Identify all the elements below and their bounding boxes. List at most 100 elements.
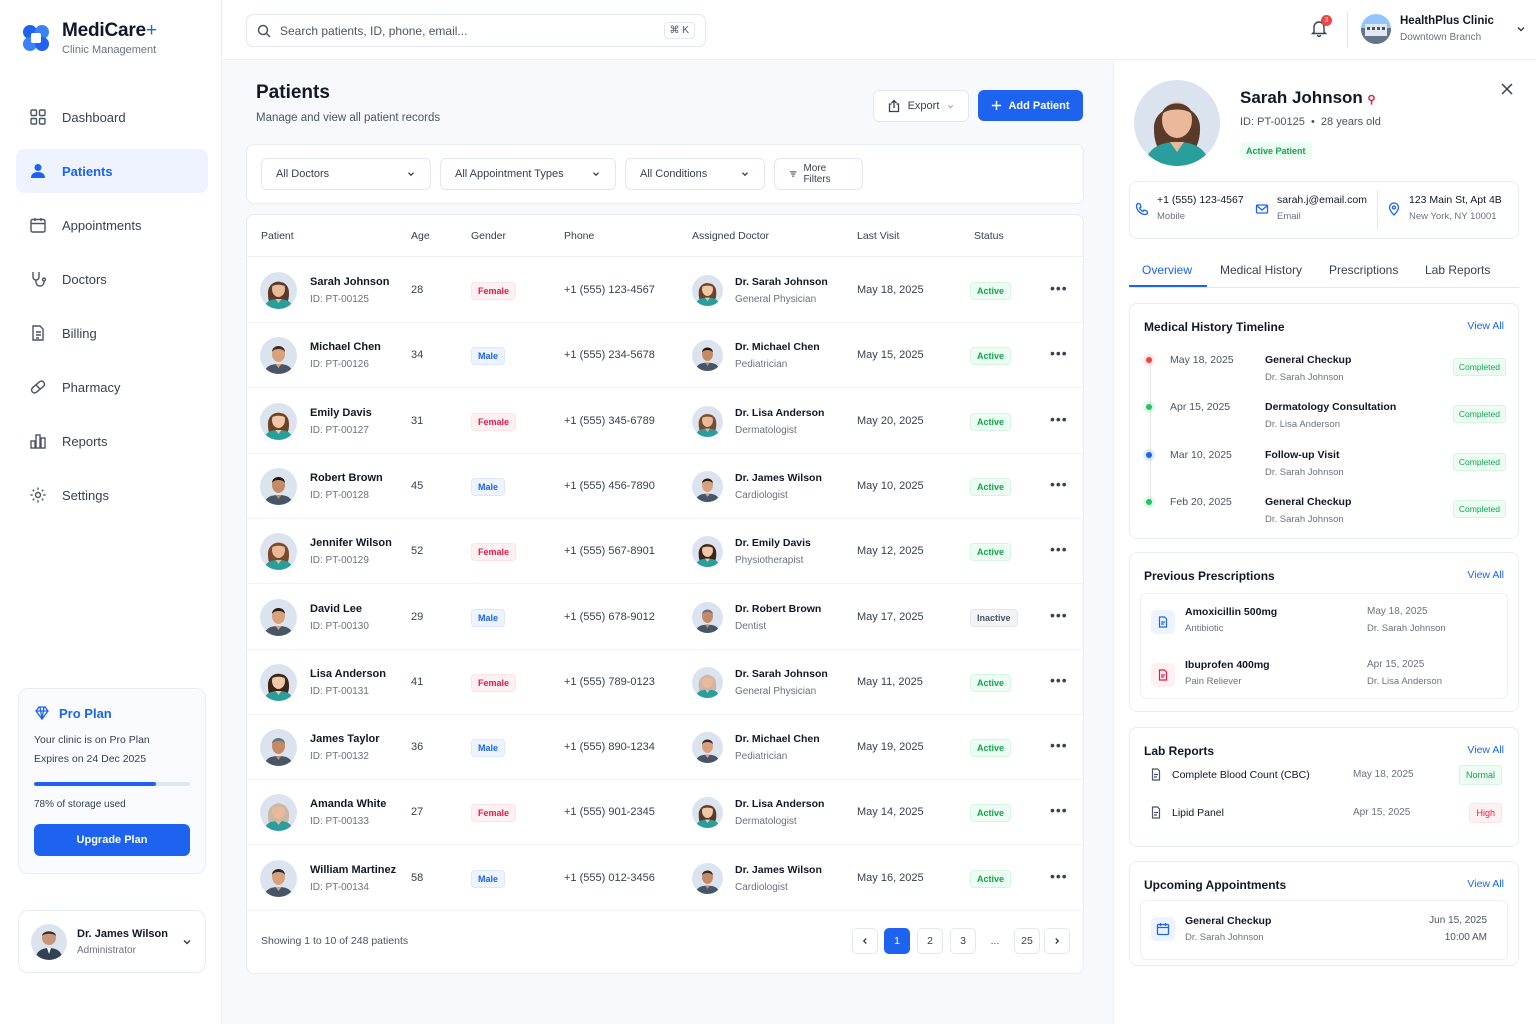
- phone-icon: [1135, 202, 1149, 216]
- view-all-link[interactable]: View All: [1467, 744, 1504, 756]
- upgrade-plan-button[interactable]: Upgrade Plan: [34, 824, 190, 856]
- tab-overview[interactable]: Overview: [1142, 263, 1192, 277]
- sidebar-item-billing[interactable]: Billing: [16, 311, 208, 355]
- page-button[interactable]: 25: [1014, 928, 1040, 954]
- upcoming-appointments: Upcoming Appointments View All General C…: [1129, 861, 1519, 966]
- column-header[interactable]: Patient: [261, 230, 294, 242]
- table-row[interactable]: Sarah Johnson ID: PT-00125 28 Female +1 …: [247, 258, 1083, 323]
- prescription-item[interactable]: Ibuprofen 400mg Pain Reliever Apr 15, 20…: [1151, 659, 1501, 704]
- sidebar-item-dashboard[interactable]: Dashboard: [16, 95, 208, 139]
- contact-email[interactable]: sarah.j@email.com Email: [1255, 194, 1367, 222]
- view-all-link[interactable]: View All: [1467, 320, 1504, 332]
- patient-name[interactable]: William Martinez: [310, 864, 396, 876]
- timeline-item[interactable]: May 18, 2025 General Checkup Dr. Sarah J…: [1144, 354, 1506, 401]
- row-actions-icon[interactable]: •••: [1050, 476, 1068, 492]
- chevron-down-icon: [948, 104, 954, 108]
- column-header[interactable]: Status: [974, 230, 1004, 242]
- tab-medical-history[interactable]: Medical History: [1220, 263, 1302, 277]
- patient-name[interactable]: Jennifer Wilson: [310, 537, 392, 549]
- search-bar[interactable]: ⌘ K: [246, 14, 706, 47]
- brand-logo[interactable]: MediCare+ Clinic Management: [18, 20, 157, 56]
- column-header[interactable]: Assigned Doctor: [692, 230, 769, 242]
- contact-address[interactable]: 123 Main St, Apt 4B New York, NY 10001: [1387, 194, 1502, 222]
- timeline-item[interactable]: Mar 10, 2025 Follow-up Visit Dr. Sarah J…: [1144, 449, 1506, 496]
- doctor-filter-select[interactable]: All Doctors: [261, 158, 431, 190]
- timeline-item[interactable]: Feb 20, 2025 General Checkup Dr. Sarah J…: [1144, 496, 1506, 543]
- column-header[interactable]: Age: [411, 230, 430, 242]
- sidebar-item-doctors[interactable]: Doctors: [16, 257, 208, 301]
- tab-lab-reports[interactable]: Lab Reports: [1425, 263, 1490, 277]
- filter-bar: All Doctors All Appointment Types All Co…: [246, 144, 1084, 204]
- timeline-item[interactable]: Apr 15, 2025 Dermatology Consultation Dr…: [1144, 401, 1506, 448]
- patient-name[interactable]: Emily Davis: [310, 407, 372, 419]
- table-row[interactable]: Amanda White ID: PT-00133 27 Female +1 (…: [247, 780, 1083, 846]
- close-panel-button[interactable]: [1500, 82, 1514, 96]
- lab-report-item[interactable]: Lipid Panel Apr 15, 2025 High: [1150, 803, 1502, 827]
- prev-page-button[interactable]: [852, 928, 878, 954]
- tab-prescriptions[interactable]: Prescriptions: [1329, 263, 1398, 277]
- sidebar-item-appointments[interactable]: Appointments: [16, 203, 208, 247]
- column-header[interactable]: Last Visit: [857, 230, 899, 242]
- next-page-button[interactable]: [1044, 928, 1070, 954]
- avatar: [260, 402, 297, 440]
- view-all-link[interactable]: View All: [1467, 878, 1504, 890]
- patient-photo: [1134, 80, 1220, 166]
- notifications-button[interactable]: 3: [1310, 15, 1332, 37]
- export-button[interactable]: Export: [873, 90, 969, 122]
- row-actions-icon[interactable]: •••: [1050, 802, 1068, 818]
- row-actions-icon[interactable]: •••: [1050, 541, 1068, 557]
- table-row[interactable]: Emily Davis ID: PT-00127 31 Female +1 (5…: [247, 389, 1083, 454]
- patient-name[interactable]: Robert Brown: [310, 472, 383, 484]
- search-shortcut: ⌘ K: [663, 22, 695, 39]
- appointment-type-filter-select[interactable]: All Appointment Types: [440, 158, 616, 190]
- table-row[interactable]: William Martinez ID: PT-00134 58 Male +1…: [247, 846, 1083, 911]
- sidebar-item-pharmacy[interactable]: Pharmacy: [16, 365, 208, 409]
- page-button[interactable]: 1: [884, 928, 910, 954]
- condition-filter-select[interactable]: All Conditions: [625, 158, 765, 190]
- row-actions-icon[interactable]: •••: [1050, 345, 1068, 361]
- table-row[interactable]: Michael Chen ID: PT-00126 34 Male +1 (55…: [247, 323, 1083, 389]
- view-all-link[interactable]: View All: [1467, 569, 1504, 581]
- export-label: Export: [907, 100, 940, 112]
- table-row[interactable]: Jennifer Wilson ID: PT-00129 52 Female +…: [247, 519, 1083, 585]
- doctor-name: Dr. Robert Brown: [735, 602, 822, 615]
- patient-name[interactable]: David Lee: [310, 603, 362, 615]
- column-header[interactable]: Phone: [564, 230, 594, 242]
- row-actions-icon[interactable]: •••: [1050, 737, 1068, 753]
- contact-phone[interactable]: +1 (555) 123-4567 Mobile: [1135, 194, 1244, 222]
- column-header[interactable]: Gender: [471, 230, 506, 242]
- row-actions-icon[interactable]: •••: [1050, 607, 1068, 623]
- table-row[interactable]: James Taylor ID: PT-00132 36 Male +1 (55…: [247, 715, 1083, 781]
- current-user-card[interactable]: Dr. James Wilson Administrator: [18, 910, 206, 973]
- add-patient-button[interactable]: Add Patient: [978, 90, 1083, 121]
- table-row[interactable]: Robert Brown ID: PT-00128 45 Male +1 (55…: [247, 454, 1083, 519]
- appointment-item[interactable]: General Checkup Dr. Sarah Johnson Jun 15…: [1140, 900, 1508, 960]
- more-filters-button[interactable]: More Filters: [774, 158, 863, 190]
- lab-report-item[interactable]: Complete Blood Count (CBC) May 18, 2025 …: [1150, 765, 1502, 789]
- timeline-date: Apr 15, 2025: [1170, 401, 1231, 414]
- patient-name[interactable]: Amanda White: [310, 798, 386, 810]
- pin-icon[interactable]: ⚲: [1368, 94, 1376, 106]
- lab-report-name: Lipid Panel: [1172, 807, 1224, 819]
- sidebar-item-settings[interactable]: Settings: [16, 473, 208, 517]
- timeline-title: General Checkup: [1265, 354, 1352, 366]
- row-actions-icon[interactable]: •••: [1050, 411, 1068, 427]
- chevron-down-icon: [408, 172, 414, 177]
- search-input[interactable]: [280, 23, 655, 38]
- sidebar-item-patients[interactable]: Patients: [16, 149, 208, 193]
- row-actions-icon[interactable]: •••: [1050, 280, 1068, 296]
- prescription-item[interactable]: Amoxicillin 500mg Antibiotic May 18, 202…: [1151, 606, 1501, 651]
- clinic-switcher[interactable]: HealthPlus Clinic Downtown Branch: [1361, 14, 1527, 44]
- row-actions-icon[interactable]: •••: [1050, 868, 1068, 884]
- patient-name[interactable]: Lisa Anderson: [310, 668, 386, 680]
- patient-name[interactable]: Sarah Johnson: [310, 276, 389, 288]
- table-row[interactable]: Lisa Anderson ID: PT-00131 41 Female +1 …: [247, 650, 1083, 715]
- page-button[interactable]: 2: [917, 928, 943, 954]
- patient-name[interactable]: Michael Chen: [310, 341, 381, 353]
- chevron-down-icon: [1517, 26, 1525, 32]
- patient-name[interactable]: James Taylor: [310, 733, 380, 745]
- row-actions-icon[interactable]: •••: [1050, 672, 1068, 688]
- table-row[interactable]: David Lee ID: PT-00130 29 Male +1 (555) …: [247, 585, 1083, 650]
- page-button[interactable]: 3: [950, 928, 976, 954]
- sidebar-item-reports[interactable]: Reports: [16, 419, 208, 463]
